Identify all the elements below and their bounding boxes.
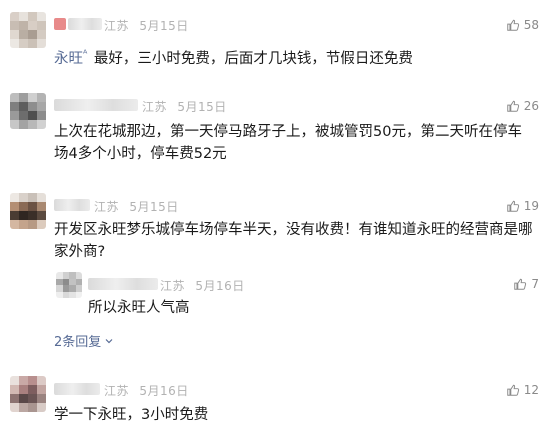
author-mark-icon: ᴬ	[83, 49, 88, 60]
username-blurred[interactable]	[54, 199, 90, 211]
thumbs-up-icon	[506, 200, 519, 212]
comment-body: 最好，三小时免费，后面才几块钱，节假日还免费	[93, 50, 413, 67]
comment-location: 江苏	[104, 19, 130, 33]
comment-location: 江苏	[104, 384, 130, 398]
avatar[interactable]	[56, 272, 82, 298]
like-count: 26	[523, 99, 539, 113]
reply-meta: 江苏 5月16日	[160, 277, 245, 294]
comment-location: 江苏	[94, 200, 120, 214]
comment-date: 5月15日	[139, 19, 189, 33]
thumbs-up-icon	[514, 278, 527, 290]
expand-replies-button[interactable]: 2条回复	[54, 331, 114, 350]
comment-meta: 江苏 5月15日	[94, 198, 179, 215]
like-count: 58	[523, 18, 539, 32]
comment-date: 5月16日	[139, 384, 189, 398]
username-blurred[interactable]	[68, 18, 102, 30]
avatar[interactable]	[10, 193, 46, 229]
username-blurred[interactable]	[54, 383, 100, 395]
comment-meta: 江苏 5月15日	[142, 98, 227, 115]
like-count: 19	[523, 199, 539, 213]
like-button[interactable]: 7	[513, 277, 539, 291]
reply-to-user[interactable]: 永旺	[54, 51, 83, 67]
like-count: 12	[523, 383, 539, 397]
like-button[interactable]: 58	[506, 18, 539, 32]
comment-location: 江苏	[142, 100, 168, 114]
avatar[interactable]	[10, 93, 46, 129]
comment-text: 学一下永旺，3小时免费	[54, 407, 209, 423]
reply-location: 江苏	[160, 279, 186, 293]
avatar[interactable]	[10, 12, 46, 48]
reply-date: 5月16日	[195, 279, 245, 293]
like-button[interactable]: 12	[506, 383, 539, 397]
chevron-down-icon	[105, 338, 113, 343]
like-button[interactable]: 19	[506, 199, 539, 213]
comment-text: 永旺ᴬ 最好，三小时免费，后面才几块钱，节假日还免费	[54, 44, 534, 70]
comment-meta: 江苏 5月15日	[104, 17, 189, 34]
thumbs-up-icon	[506, 384, 519, 396]
name-badge	[54, 18, 66, 30]
comment-text: 上次在花城那边，第一天停马路牙子上，被城管罚50元，第二天听在停车场4多个小时，…	[54, 124, 522, 162]
comment-date: 5月15日	[177, 100, 227, 114]
like-count: 7	[531, 277, 539, 291]
username-blurred[interactable]	[88, 278, 158, 290]
comment-text: 开发区永旺梦乐城停车场停车半天，没有收费！有谁知道永旺的经营商是哪家外商?	[54, 222, 533, 260]
thumbs-up-icon	[506, 19, 519, 31]
like-button[interactable]: 26	[506, 99, 539, 113]
comment-date: 5月15日	[129, 200, 179, 214]
replies-count-label: 2条回复	[54, 335, 102, 350]
avatar[interactable]	[10, 376, 46, 412]
comment-meta: 江苏 5月16日	[104, 382, 189, 399]
thumbs-up-icon	[506, 100, 519, 112]
username-blurred[interactable]	[54, 99, 138, 111]
reply-text: 所以永旺人气高	[88, 300, 190, 316]
